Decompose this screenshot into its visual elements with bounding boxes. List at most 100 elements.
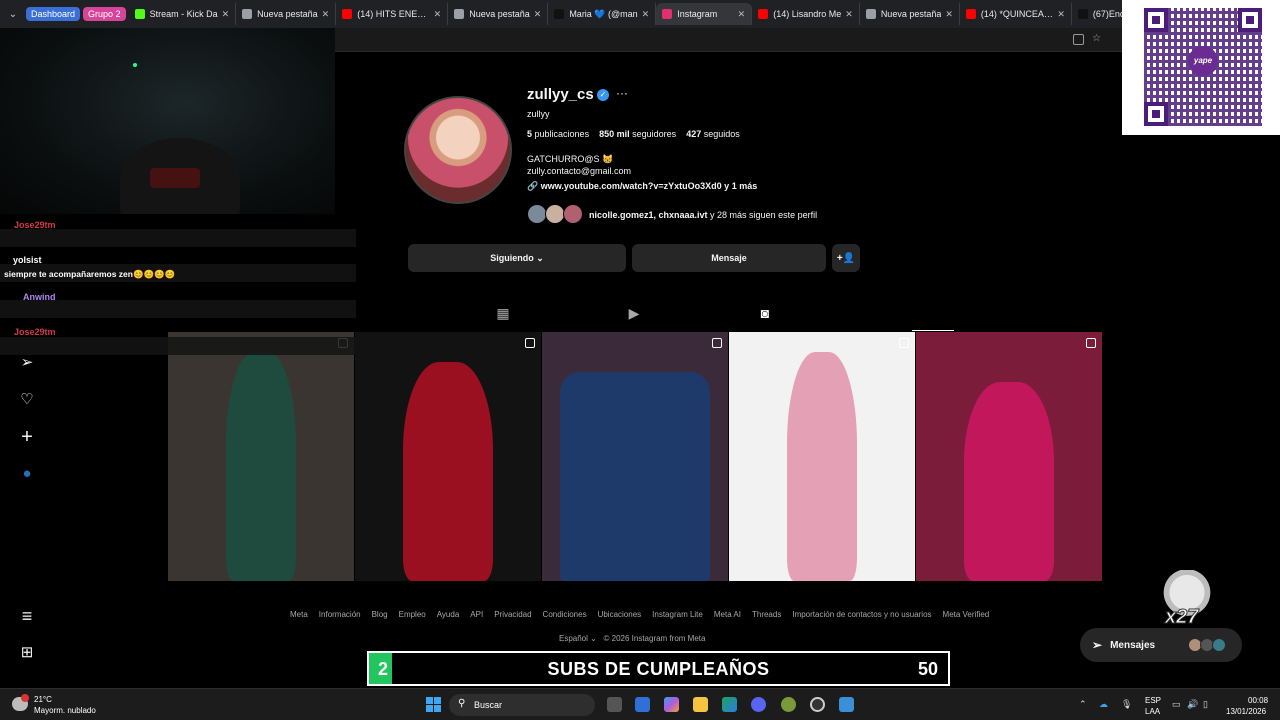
language-indicator-sub[interactable]: LAA <box>1145 707 1160 716</box>
more-options-icon[interactable]: ··· <box>616 86 628 100</box>
footer-link[interactable]: Privacidad <box>494 610 531 619</box>
battery-icon[interactable]: ▯ <box>1203 699 1208 710</box>
close-tab-icon[interactable]: ✕ <box>642 9 650 20</box>
app-icon[interactable] <box>839 697 854 712</box>
footer-link[interactable]: API <box>470 610 483 619</box>
page-icon <box>454 9 465 19</box>
followed-by-text[interactable]: nicolle.gomez1, chxnaaa.ivt y 28 más sig… <box>589 210 817 220</box>
create-icon[interactable]: + <box>18 427 36 447</box>
footer-link[interactable]: Condiciones <box>543 610 587 619</box>
tab-posts-grid-icon[interactable]: ▦ <box>494 305 512 327</box>
footer-link[interactable]: Ubicaciones <box>598 610 642 619</box>
footer-link[interactable]: Instagram Lite <box>652 610 703 619</box>
browser-tab[interactable]: Nueva pestaña ✕ <box>236 3 337 25</box>
footer-link[interactable]: Meta Verified <box>943 610 990 619</box>
browser-tab[interactable]: (14) *QUINCEAÑE ✕ <box>960 3 1072 25</box>
messages-nav-icon[interactable]: ➢ <box>18 354 36 372</box>
tab-tagged-icon[interactable]: ◙ <box>756 305 774 327</box>
notification-badge <box>21 694 29 702</box>
posts-label: publicaciones <box>534 129 590 139</box>
close-tab-icon[interactable]: ✕ <box>1057 9 1065 20</box>
edge-icon[interactable] <box>722 697 737 712</box>
onedrive-icon[interactable]: ☁ <box>1099 699 1108 710</box>
menu-icon[interactable]: ≡ <box>18 607 36 625</box>
taskbar-search[interactable]: ⚲ Buscar <box>449 694 595 716</box>
file-explorer-icon[interactable] <box>693 697 708 712</box>
close-tab-icon[interactable]: ✕ <box>434 9 442 20</box>
browser-tab[interactable]: Maria 💙 (@man ✕ <box>548 3 657 25</box>
profile-avatar-icon[interactable]: ● <box>18 465 36 483</box>
followers-count[interactable]: 850 mil <box>599 129 630 139</box>
tab-title: Nueva pestaña <box>257 9 318 19</box>
close-tab-icon[interactable]: ✕ <box>534 9 542 20</box>
following-button[interactable]: Siguiendo ⌄ <box>408 244 626 272</box>
browser-tab[interactable]: Stream - Kick Da ✕ <box>129 3 237 25</box>
language-indicator[interactable]: ESP <box>1145 696 1161 705</box>
close-tab-icon[interactable]: ✕ <box>222 9 230 20</box>
obs-icon[interactable] <box>810 697 825 712</box>
footer-link[interactable]: Importación de contactos y no usuarios <box>792 610 931 619</box>
footer-link[interactable]: Meta AI <box>714 610 741 619</box>
footer-link[interactable]: Meta <box>290 610 308 619</box>
microphone-icon[interactable]: 🎙 <box>1121 699 1132 710</box>
close-tab-icon[interactable]: ✕ <box>945 9 953 20</box>
app-icon[interactable] <box>781 697 796 712</box>
tray-expand-icon[interactable]: ⌃ <box>1079 699 1087 710</box>
profile-avatar[interactable] <box>404 96 512 204</box>
mutual-followers-avatars[interactable] <box>527 204 585 226</box>
following-count[interactable]: 427 <box>686 129 701 139</box>
tab-group-dashboard[interactable]: Dashboard <box>26 7 81 21</box>
post-thumbnail[interactable] <box>542 332 728 581</box>
store-icon[interactable] <box>635 697 650 712</box>
chat-username: Anwind <box>23 292 56 302</box>
language-select[interactable]: Español ⌄ <box>559 634 597 643</box>
tab-search-icon[interactable]: ⌄ <box>0 9 26 20</box>
bookmark-star-icon[interactable]: ☆ <box>1092 34 1103 45</box>
footer-link[interactable]: Ayuda <box>437 610 460 619</box>
footer-links: Meta Información Blog Empleo Ayuda API Privaci… <box>290 610 990 619</box>
post-thumbnail[interactable] <box>729 332 915 581</box>
followed-by-names[interactable]: nicolle.gomez1, chxnaaa.ivt <box>589 210 708 220</box>
tab-reels-icon[interactable]: ▶ <box>625 305 643 327</box>
close-tab-icon[interactable]: ✕ <box>738 9 746 20</box>
browser-tab[interactable]: (14) HITS ENERO ✕ <box>336 3 449 25</box>
footer-link[interactable]: Blog <box>372 610 388 619</box>
task-view-icon[interactable] <box>607 697 622 712</box>
close-tab-icon[interactable]: ✕ <box>845 9 853 20</box>
profile-stats: 5 publicaciones 850 mil seguidores 427 s… <box>527 129 740 139</box>
copilot-icon[interactable] <box>664 697 679 712</box>
tiktok-icon <box>554 9 565 19</box>
install-app-icon[interactable] <box>1073 34 1084 45</box>
network-icon[interactable]: ▭ <box>1172 699 1181 710</box>
profile-username: zullyy_cs <box>527 86 594 103</box>
footer-link[interactable]: Información <box>319 610 361 619</box>
add-user-button[interactable]: +👤 <box>832 244 860 272</box>
post-thumbnail[interactable] <box>355 332 541 581</box>
profile-link[interactable]: 🔗 www.youtube.com/watch?v=zYxtuOo3Xd0 y … <box>527 181 757 192</box>
browser-tab[interactable]: (14) Lisandro Me ✕ <box>752 3 860 25</box>
weather-desc[interactable]: Mayorm. nublado <box>34 706 96 715</box>
weather-temp[interactable]: 21°C <box>34 695 52 704</box>
discord-icon[interactable] <box>751 697 766 712</box>
tab-group-grupo-2[interactable]: Grupo 2 <box>83 7 126 21</box>
following-label[interactable]: seguidos <box>704 129 740 139</box>
followers-label[interactable]: seguidores <box>632 129 676 139</box>
heart-icon[interactable]: ♡ <box>18 391 36 409</box>
browser-tab[interactable]: Nueva pestaña ✕ <box>860 3 960 25</box>
post-thumbnail[interactable] <box>916 332 1102 581</box>
messages-pill[interactable]: ➢ Mensajes <box>1080 628 1242 662</box>
footer-link[interactable]: Empleo <box>399 610 426 619</box>
close-tab-icon[interactable]: ✕ <box>322 9 330 20</box>
address-bar[interactable]: ☆ <box>335 28 1122 52</box>
browser-tab[interactable]: Instagram ✕ <box>656 3 753 25</box>
more-apps-icon[interactable]: ⊞ <box>18 644 36 662</box>
clock-date[interactable]: 13/01/2026 <box>1226 707 1266 716</box>
post-thumbnail[interactable] <box>168 332 354 581</box>
volume-icon[interactable]: 🔊 <box>1187 699 1198 710</box>
footer-link[interactable]: Threads <box>752 610 781 619</box>
clock-time[interactable]: 00:08 <box>1248 696 1268 705</box>
message-button[interactable]: Mensaje <box>632 244 826 272</box>
browser-tab[interactable]: Nueva pestaña ✕ <box>448 3 549 25</box>
profile-link-text[interactable]: www.youtube.com/watch?v=zYxtuOo3Xd0 y 1 … <box>541 181 757 191</box>
windows-start-icon[interactable] <box>426 697 441 712</box>
